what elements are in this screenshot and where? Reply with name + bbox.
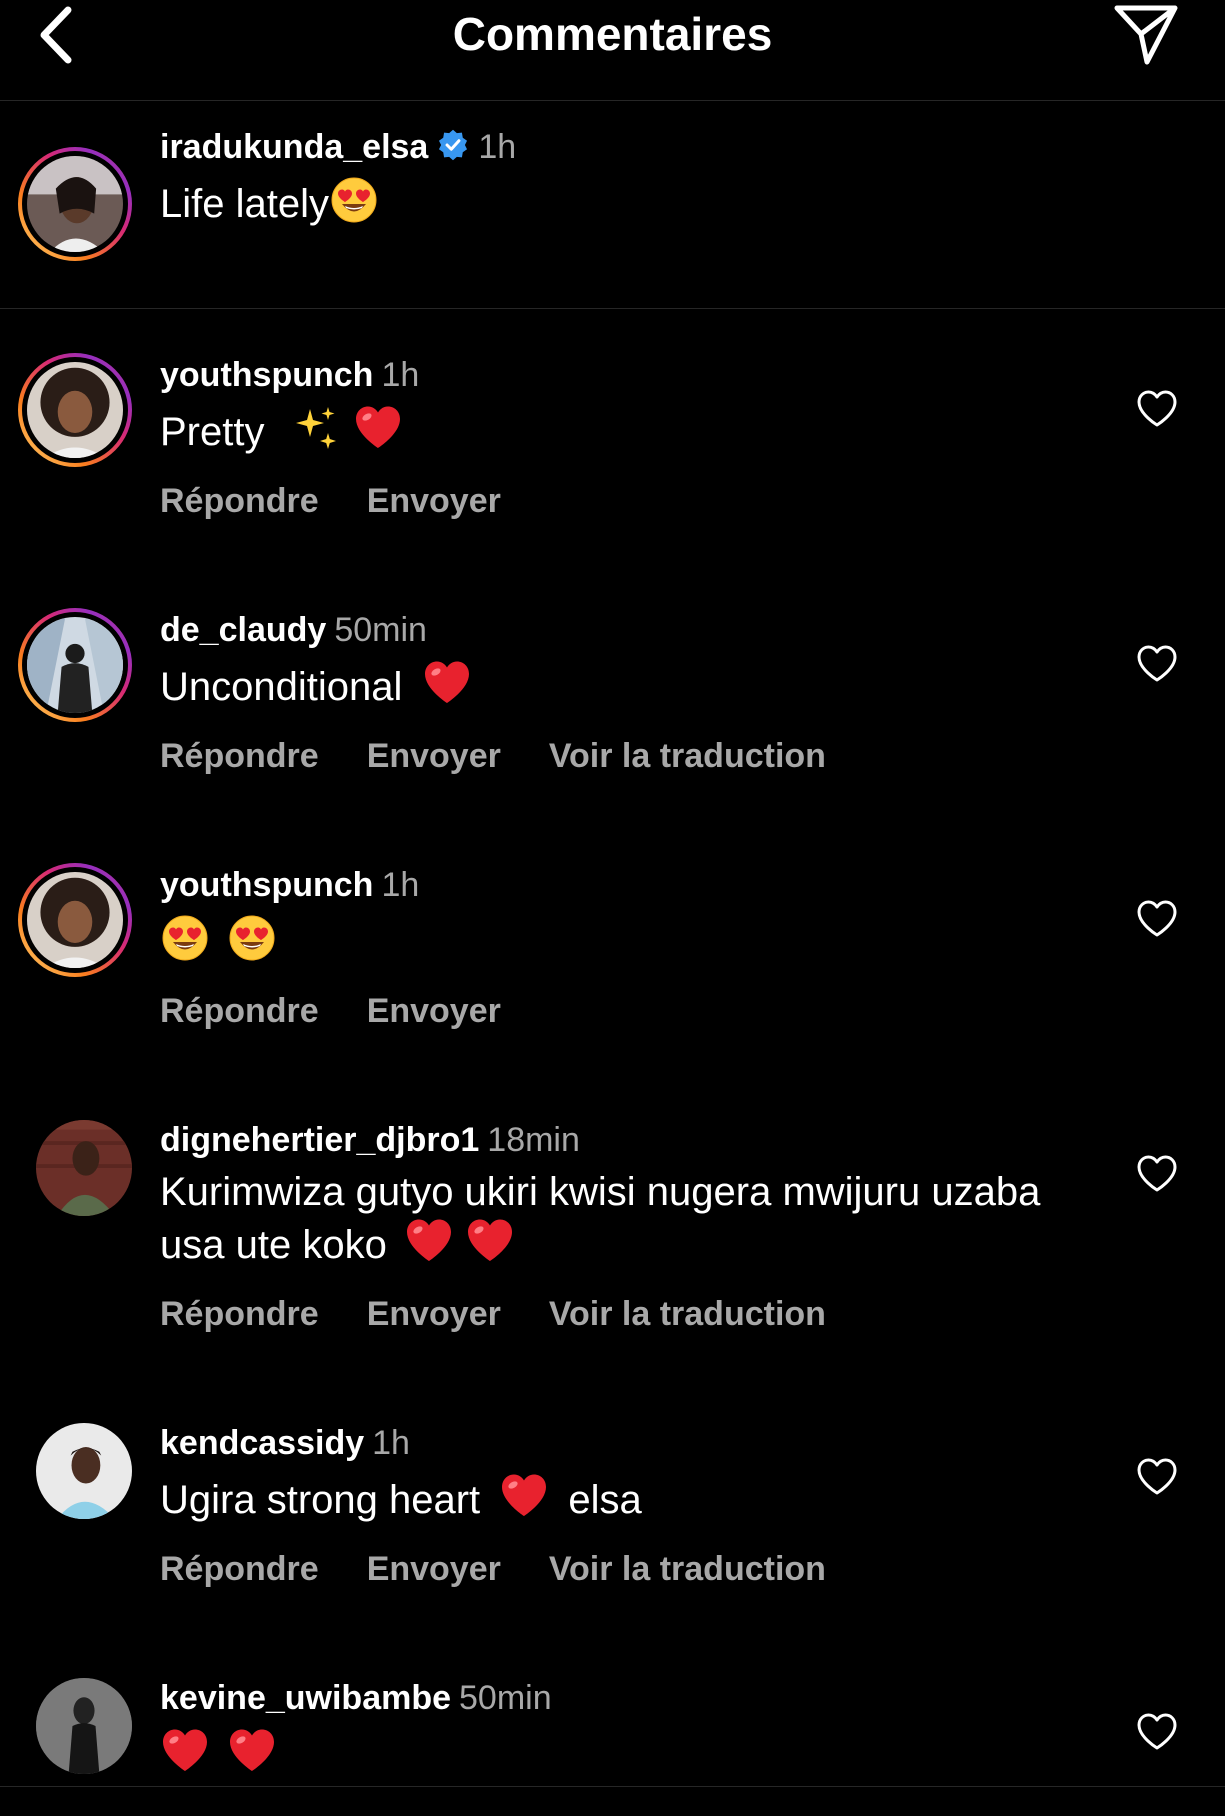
avatar[interactable] <box>18 863 132 977</box>
paper-plane-icon <box>1114 5 1178 65</box>
comment-text: elsa <box>568 1478 642 1522</box>
comment-time: 50min <box>334 611 427 649</box>
red-heart-emoji-icon <box>424 661 469 703</box>
avatar[interactable] <box>18 608 132 722</box>
profile-photo-youthspunch <box>27 362 123 458</box>
share-button[interactable] <box>1111 0 1181 70</box>
comment-actions: Répondre Envoyer Voir la traduction <box>160 1295 1085 1334</box>
profile-photo-youthspunch <box>27 872 123 968</box>
caption-text-line: Life lately <box>160 175 1065 228</box>
caption-time: 1h <box>478 128 517 166</box>
comment-text-line: Kurimwiza gutyo ukiri kwisi nugera mwiju… <box>160 1168 1085 1269</box>
see-translation-button[interactable]: Voir la traduction <box>549 1550 826 1588</box>
red-heart-emoji-icon <box>406 1219 451 1261</box>
comment-text: Pretty <box>160 410 265 454</box>
comment-username[interactable]: dignehertier_djbro1 <box>160 1121 479 1159</box>
red-heart-emoji-icon <box>468 1219 513 1261</box>
like-heart-icon[interactable] <box>1135 897 1179 941</box>
comment-username[interactable]: kendcassidy <box>160 1424 364 1462</box>
comment-username[interactable]: de_claudy <box>160 611 326 649</box>
profile-photo-kevine <box>36 1678 132 1774</box>
comment-username[interactable]: youthspunch <box>160 866 373 904</box>
red-heart-emoji-icon <box>230 1729 275 1771</box>
post-caption: iradukunda_elsa 1h Life lately <box>0 101 1225 309</box>
caption-text: Life lately <box>160 182 329 226</box>
comment-time: 1h <box>381 866 420 904</box>
comment-text-line: Ugira strong heart elsa <box>160 1471 1065 1524</box>
profile-photo-dignehertier <box>36 1120 132 1216</box>
red-heart-emoji-icon <box>355 406 400 448</box>
see-translation-button[interactable]: Voir la traduction <box>549 737 826 775</box>
verified-badge-icon <box>439 129 468 161</box>
reply-button[interactable]: Répondre <box>160 737 319 775</box>
like-heart-icon[interactable] <box>1135 1152 1179 1196</box>
comment-username[interactable]: kevine_uwibambe <box>160 1679 451 1717</box>
red-heart-emoji-icon <box>163 1729 207 1771</box>
heart-eyes-emoji-icon <box>331 177 377 223</box>
comment-text-line: Unconditional <box>160 658 1065 711</box>
reply-button[interactable]: Répondre <box>160 1295 319 1333</box>
like-heart-icon[interactable] <box>1135 387 1179 431</box>
comment-actions: Répondre Envoyer <box>160 992 1065 1031</box>
avatar[interactable] <box>36 1120 132 1216</box>
comment-text: Kurimwiza gutyo ukiri kwisi nugera mwiju… <box>160 1170 1041 1267</box>
sparkles-emoji-icon <box>295 407 336 449</box>
comment-text-line <box>160 913 1065 966</box>
comment-username[interactable]: youthspunch <box>160 356 373 394</box>
reply-button[interactable]: Répondre <box>160 992 319 1030</box>
send-button[interactable]: Envoyer <box>367 1295 501 1333</box>
comment-text-line: Pretty <box>160 403 1065 456</box>
comment-text: Ugira strong heart <box>160 1478 481 1522</box>
comment-text: Unconditional <box>160 665 403 709</box>
comment-time: 1h <box>381 356 420 394</box>
profile-photo-elsa <box>27 156 123 252</box>
see-translation-button[interactable]: Voir la traduction <box>549 1295 826 1333</box>
profile-photo-kendcassidy <box>36 1423 132 1519</box>
comment-time: 1h <box>372 1424 410 1462</box>
reply-button[interactable]: Répondre <box>160 1550 319 1588</box>
caption-username[interactable]: iradukunda_elsa <box>160 128 428 166</box>
like-heart-icon[interactable] <box>1135 642 1179 686</box>
divider <box>0 1786 1225 1787</box>
comment-actions: Répondre Envoyer Voir la traduction <box>160 1550 1065 1589</box>
red-heart-emoji-icon <box>502 1474 547 1516</box>
avatar[interactable] <box>36 1678 132 1774</box>
comment-actions: Répondre Envoyer Voir la traduction <box>160 737 1065 776</box>
reply-button[interactable]: Répondre <box>160 482 319 520</box>
send-button[interactable]: Envoyer <box>367 482 501 520</box>
comment-time: 50min <box>459 1679 552 1717</box>
avatar[interactable] <box>18 353 132 467</box>
header-bar: Commentaires <box>0 0 1225 101</box>
heart-eyes-emoji-icon <box>229 915 275 961</box>
send-button[interactable]: Envoyer <box>367 992 501 1030</box>
page-title: Commentaires <box>452 8 773 60</box>
comment-time: 18min <box>487 1121 580 1159</box>
like-heart-icon[interactable] <box>1135 1455 1179 1499</box>
comment-actions: Répondre Envoyer <box>160 482 1065 521</box>
comment-text-line <box>160 1726 1065 1779</box>
profile-photo-de-claudy <box>27 617 123 713</box>
avatar[interactable] <box>18 147 132 261</box>
avatar[interactable] <box>36 1423 132 1519</box>
send-button[interactable]: Envoyer <box>367 1550 501 1588</box>
send-button[interactable]: Envoyer <box>367 737 501 775</box>
like-heart-icon[interactable] <box>1135 1710 1179 1754</box>
heart-eyes-emoji-icon <box>162 915 208 961</box>
